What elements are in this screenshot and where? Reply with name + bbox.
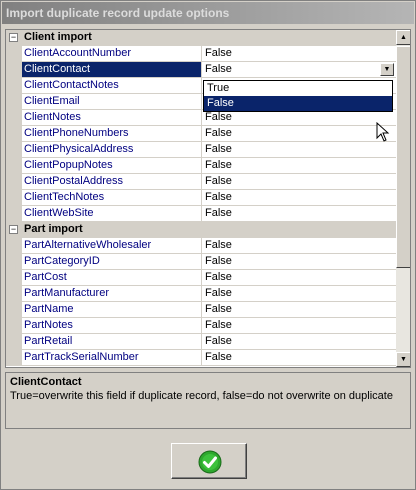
description-panel: ClientContact True=overwrite this field … [5, 372, 411, 429]
row-gutter [6, 238, 22, 254]
property-row[interactable]: PartName False [6, 302, 396, 318]
property-value[interactable]: False [202, 270, 396, 286]
property-row[interactable]: ClientAccountNumber False [6, 46, 396, 62]
property-name: ClientAccountNumber [22, 46, 202, 62]
property-row[interactable]: ClientPopupNotes False [6, 158, 396, 174]
row-gutter [6, 158, 22, 174]
property-value[interactable]: False [202, 286, 396, 302]
property-value[interactable]: False [202, 158, 396, 174]
category-part-import[interactable]: − Part import [6, 222, 396, 238]
row-gutter [6, 286, 22, 302]
value-dropdown-list[interactable]: True False [203, 80, 393, 112]
import-options-dialog: Import duplicate record update options −… [0, 0, 416, 490]
property-name: ClientPhysicalAddress [22, 142, 202, 158]
triangle-up-icon[interactable]: ▲ [396, 30, 410, 45]
chevron-down-icon[interactable]: ▼ [380, 63, 394, 76]
property-row[interactable]: ClientWebSite False [6, 206, 396, 222]
property-name: PartCategoryID [22, 254, 202, 270]
scrollbar-thumb[interactable] [396, 46, 410, 268]
property-row[interactable]: PartRetail False [6, 334, 396, 350]
row-gutter [6, 270, 22, 286]
property-row[interactable]: ClientPostalAddress False [6, 174, 396, 190]
property-value[interactable]: False [202, 302, 396, 318]
row-gutter [6, 206, 22, 222]
property-row-selected[interactable]: ClientContact False ▼ [6, 62, 396, 78]
property-row[interactable]: PartManufacturer False [6, 286, 396, 302]
property-row[interactable]: PartCost False [6, 270, 396, 286]
triangle-down-icon[interactable]: ▼ [396, 352, 410, 367]
description-title: ClientContact [10, 376, 82, 388]
property-value[interactable]: False [202, 46, 396, 62]
property-value[interactable]: False [202, 318, 396, 334]
category-label: Client import [24, 31, 92, 43]
property-row[interactable]: PartCategoryID False [6, 254, 396, 270]
property-value[interactable]: False [202, 206, 396, 222]
property-row[interactable]: PartTrackSerialNumber False [6, 350, 396, 366]
row-gutter [6, 302, 22, 318]
property-name: ClientPopupNotes [22, 158, 202, 174]
property-row[interactable]: PartNotes False [6, 318, 396, 334]
collapse-toggle-icon[interactable]: − [9, 33, 18, 42]
property-value[interactable]: False [202, 190, 396, 206]
row-gutter [6, 126, 22, 142]
row-gutter [6, 142, 22, 158]
property-name: ClientNotes [22, 110, 202, 126]
dropdown-option-false[interactable]: False [204, 96, 392, 111]
row-gutter [6, 350, 22, 366]
dropdown-option-true[interactable]: True [204, 81, 392, 96]
property-row[interactable]: ClientTechNotes False [6, 190, 396, 206]
property-grid[interactable]: − Client import ClientAccountNumber False… [5, 29, 411, 368]
row-gutter [6, 46, 22, 62]
property-name: ClientWebSite [22, 206, 202, 222]
property-name: PartNotes [22, 318, 202, 334]
property-name: ClientTechNotes [22, 190, 202, 206]
property-value[interactable]: False [202, 238, 396, 254]
property-value[interactable]: False [202, 254, 396, 270]
collapse-toggle-icon[interactable]: − [9, 225, 18, 234]
property-row[interactable]: ClientPhysicalAddress False [6, 142, 396, 158]
property-row[interactable]: ClientPhoneNumbers False [6, 126, 396, 142]
property-name: PartManufacturer [22, 286, 202, 302]
description-text: True=overwrite this field if duplicate r… [10, 390, 393, 402]
green-check-icon [198, 450, 222, 474]
vertical-scrollbar[interactable]: ▲ ▼ [396, 30, 410, 367]
category-client-import[interactable]: − Client import [6, 30, 396, 46]
property-value[interactable]: False [202, 174, 396, 190]
property-value[interactable]: False [202, 142, 396, 158]
row-gutter [6, 174, 22, 190]
row-gutter [6, 190, 22, 206]
property-name: ClientEmail [22, 94, 202, 110]
property-row[interactable]: ClientNotes False [6, 110, 396, 126]
property-name: ClientContactNotes [22, 78, 202, 94]
row-gutter [6, 62, 22, 78]
window-title: Import duplicate record update options [2, 2, 414, 24]
row-gutter [6, 110, 22, 126]
row-gutter [6, 334, 22, 350]
property-value[interactable]: False [202, 110, 396, 126]
property-value[interactable]: False [202, 334, 396, 350]
property-value[interactable]: False ▼ [202, 62, 396, 78]
property-value[interactable]: False [202, 126, 396, 142]
ok-button[interactable] [171, 443, 247, 479]
mouse-pointer-icon [376, 122, 390, 142]
row-gutter [6, 78, 22, 94]
property-name: PartTrackSerialNumber [22, 350, 202, 366]
row-gutter [6, 94, 22, 110]
row-gutter [6, 318, 22, 334]
property-row[interactable]: PartAlternativeWholesaler False [6, 238, 396, 254]
property-name: ClientPostalAddress [22, 174, 202, 190]
property-name: ClientPhoneNumbers [22, 126, 202, 142]
row-gutter [6, 254, 22, 270]
property-name: PartAlternativeWholesaler [22, 238, 202, 254]
category-label: Part import [24, 223, 83, 235]
property-name: PartName [22, 302, 202, 318]
property-value[interactable]: False [202, 350, 396, 366]
property-value-text: False [205, 63, 232, 75]
property-name: PartRetail [22, 334, 202, 350]
property-name: PartCost [22, 270, 202, 286]
property-name: ClientContact [22, 62, 202, 78]
